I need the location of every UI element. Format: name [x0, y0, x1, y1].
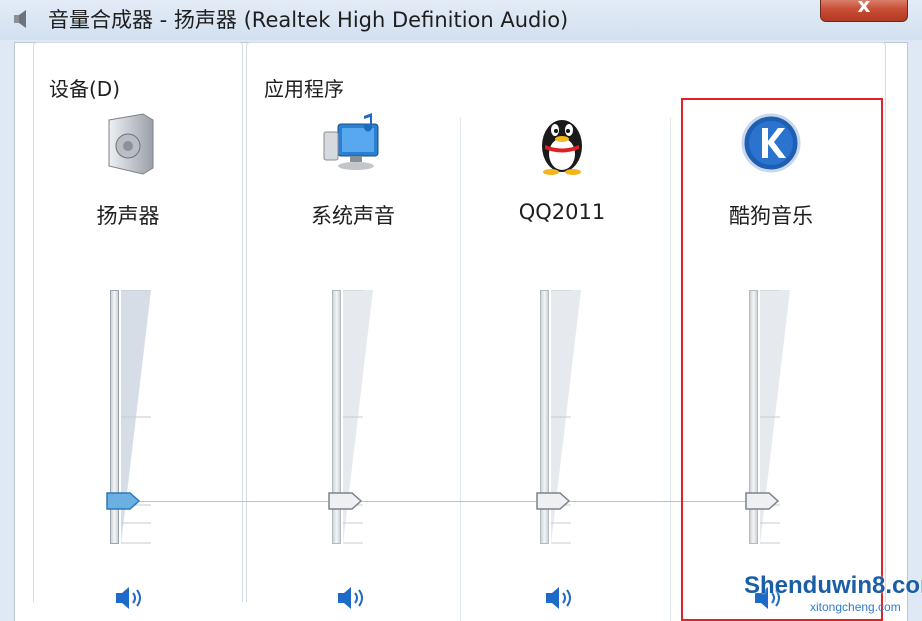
- volume-slider[interactable]: [106, 100, 159, 621]
- slider-thumb[interactable]: [536, 491, 570, 511]
- speaker-icon: [14, 10, 26, 28]
- volume-slider[interactable]: [328, 100, 381, 621]
- volume-slider[interactable]: [536, 100, 589, 621]
- watermark-sub: xitongcheng.com: [810, 600, 901, 614]
- window-title: 音量合成器 - 扬声器 (Realtek High Definition Aud…: [48, 8, 569, 32]
- site-watermark: Shenduwin8.com xitongcheng.com: [742, 568, 922, 621]
- devices-group-label: 设备(D): [44, 73, 126, 102]
- mute-speaker-icon[interactable]: [543, 583, 577, 613]
- mute-speaker-icon[interactable]: [113, 583, 147, 613]
- applications-group-label: 应用程序: [259, 73, 349, 102]
- watermark-main: Shenduwin8.com: [744, 572, 922, 599]
- level-link-line: [140, 500, 331, 502]
- title-bar: 音量合成器 - 扬声器 (Realtek High Definition Aud…: [0, 0, 922, 40]
- mute-speaker-icon[interactable]: [335, 583, 369, 613]
- close-button[interactable]: x: [820, 0, 908, 22]
- level-link-line: [362, 500, 539, 502]
- slider-thumb[interactable]: [328, 491, 362, 511]
- kugou-highlight-box: [681, 98, 883, 621]
- slider-thumb[interactable]: [106, 491, 140, 511]
